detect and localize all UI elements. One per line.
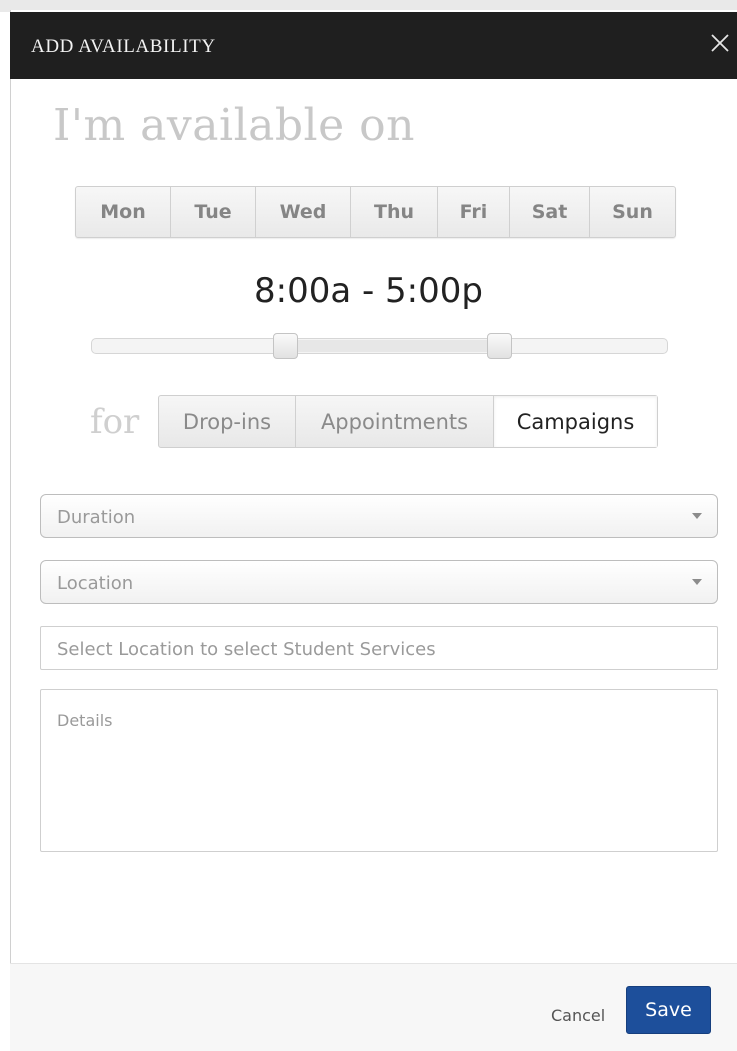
day-button-sat[interactable]: Sat	[510, 187, 590, 237]
chevron-down-icon	[692, 513, 702, 519]
for-label: for	[90, 402, 140, 442]
chevron-down-icon	[692, 579, 702, 585]
day-button-thu[interactable]: Thu	[351, 187, 438, 237]
save-button[interactable]: Save	[626, 986, 711, 1034]
slider-end-handle[interactable]	[487, 333, 512, 359]
type-button-campaigns[interactable]: Campaigns	[494, 396, 657, 447]
time-range-slider[interactable]	[91, 333, 668, 359]
dialog-title: ADD AVAILABILITY	[31, 36, 216, 57]
availability-type-selector: Drop-ins Appointments Campaigns	[158, 395, 658, 448]
day-button-wed[interactable]: Wed	[256, 187, 351, 237]
location-placeholder: Location	[57, 573, 134, 594]
type-button-appointments[interactable]: Appointments	[296, 396, 494, 447]
day-button-sun[interactable]: Sun	[590, 187, 675, 237]
details-placeholder: Details	[57, 711, 113, 730]
duration-select[interactable]: Duration	[40, 494, 718, 538]
student-services-placeholder: Select Location to select Student Servic…	[57, 639, 436, 660]
day-button-tue[interactable]: Tue	[171, 187, 256, 237]
dialog-header: ADD AVAILABILITY	[10, 12, 737, 79]
close-button[interactable]	[707, 30, 733, 56]
location-select[interactable]: Location	[40, 560, 718, 604]
weekday-selector: Mon Tue Wed Thu Fri Sat Sun	[75, 186, 676, 238]
day-button-fri[interactable]: Fri	[438, 187, 510, 237]
student-services-field[interactable]: Select Location to select Student Servic…	[40, 626, 718, 670]
cancel-button[interactable]: Cancel	[551, 1006, 605, 1025]
slider-start-handle[interactable]	[273, 333, 298, 359]
close-icon	[711, 34, 729, 52]
availability-heading: I'm available on	[53, 100, 415, 151]
slider-selected-range	[286, 340, 500, 352]
duration-placeholder: Duration	[57, 507, 136, 528]
type-button-drop-ins[interactable]: Drop-ins	[159, 396, 296, 447]
day-button-mon[interactable]: Mon	[76, 187, 171, 237]
time-range-display: 8:00a - 5:00p	[253, 271, 483, 311]
details-textarea[interactable]: Details	[40, 689, 718, 852]
